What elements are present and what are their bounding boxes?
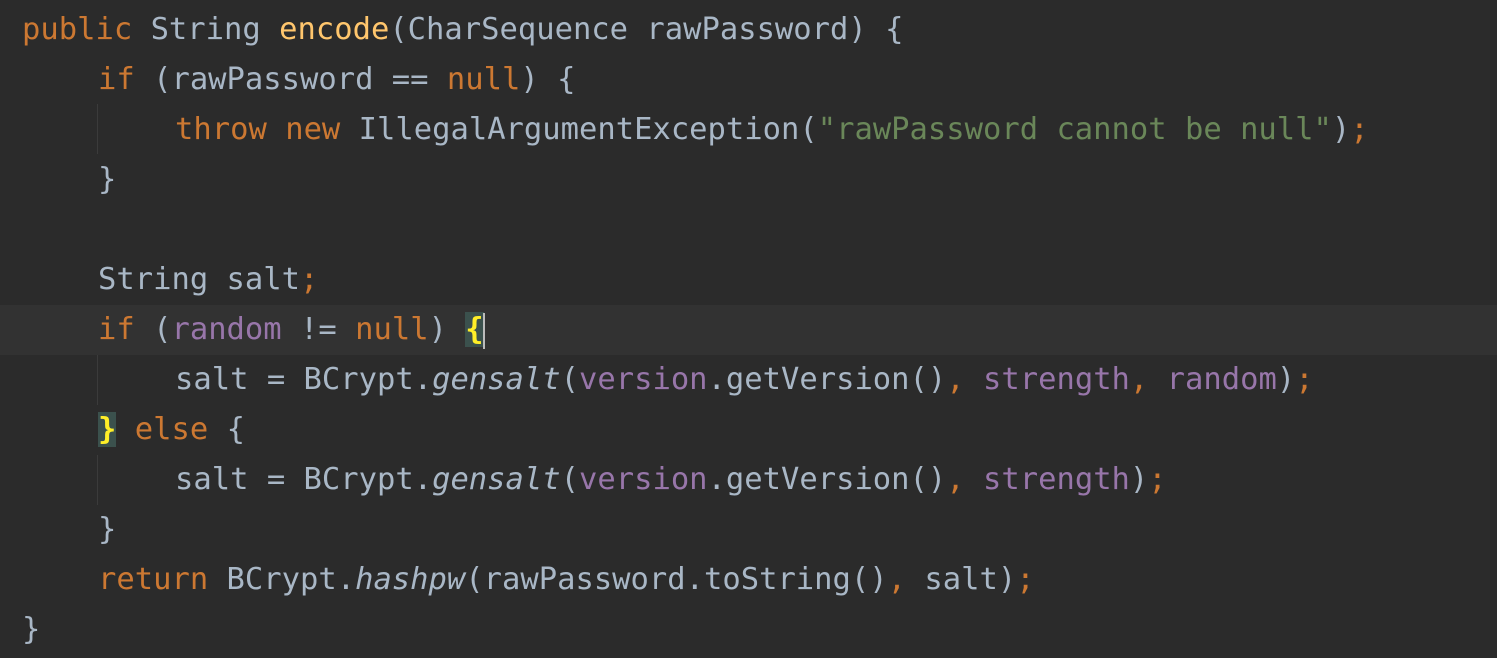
code-token: new bbox=[285, 112, 341, 147]
code-line[interactable]: } bbox=[0, 155, 1497, 205]
code-token: != bbox=[281, 312, 356, 347]
text-caret bbox=[482, 312, 485, 349]
code-token: String salt bbox=[98, 262, 300, 297]
code-token: gensalt bbox=[432, 462, 561, 497]
code-line[interactable]: if (rawPassword == null) { bbox=[0, 55, 1497, 105]
code-token: BCrypt. bbox=[208, 562, 356, 597]
code-token: String bbox=[150, 12, 261, 47]
code-token: strength bbox=[983, 362, 1130, 397]
code-token: } bbox=[22, 612, 41, 647]
code-token: if bbox=[98, 312, 135, 347]
code-line[interactable] bbox=[0, 205, 1497, 255]
code-token: ; bbox=[300, 262, 319, 297]
code-line[interactable]: return BCrypt.hashpw(rawPassword.toStrin… bbox=[0, 555, 1497, 605]
code-token: (rawPassword.toString() bbox=[465, 562, 888, 597]
code-token: public bbox=[22, 12, 133, 47]
code-line[interactable]: public String encode(CharSequence rawPas… bbox=[0, 5, 1497, 55]
code-line[interactable]: } bbox=[0, 605, 1497, 655]
code-token: .getVersion() bbox=[707, 362, 947, 397]
code-token: , bbox=[887, 562, 906, 597]
code-token: } bbox=[98, 162, 117, 197]
code-token: ( bbox=[560, 362, 579, 397]
code-token: , bbox=[946, 462, 965, 497]
code-token: random bbox=[1166, 362, 1277, 397]
code-token: else bbox=[134, 412, 209, 447]
code-token: ; bbox=[1295, 362, 1314, 397]
code-token: ( bbox=[134, 312, 172, 347]
code-token: ) bbox=[1331, 112, 1351, 147]
code-token: if bbox=[98, 62, 135, 97]
code-token: ; bbox=[1350, 112, 1369, 147]
code-token: (rawPassword == bbox=[134, 62, 447, 97]
code-token: gensalt bbox=[432, 362, 561, 397]
string-literal: "rawPassword cannot be null" bbox=[817, 112, 1332, 147]
code-line[interactable]: throw new IllegalArgumentException("rawP… bbox=[0, 105, 1497, 155]
code-token: return bbox=[98, 562, 209, 597]
code-token: , bbox=[1129, 362, 1149, 397]
code-token: random bbox=[171, 312, 282, 347]
code-line[interactable]: String salt; bbox=[0, 255, 1497, 305]
code-line[interactable]: salt = BCrypt.gensalt(version.getVersion… bbox=[0, 455, 1497, 505]
code-token: ) bbox=[1129, 462, 1149, 497]
code-editor[interactable]: public String encode(CharSequence rawPas… bbox=[0, 0, 1497, 658]
code-token: ) { bbox=[520, 62, 576, 97]
code-token: { bbox=[208, 412, 245, 447]
code-token: IllegalArgumentException( bbox=[340, 112, 818, 147]
code-token: salt = BCrypt. bbox=[175, 462, 433, 497]
code-token: null bbox=[446, 62, 521, 97]
code-token: ; bbox=[1148, 462, 1167, 497]
code-line[interactable]: } bbox=[0, 505, 1497, 555]
code-token: throw bbox=[175, 112, 267, 147]
code-token: salt) bbox=[906, 562, 1017, 597]
code-line[interactable]: } else { bbox=[0, 405, 1497, 455]
code-token: strength bbox=[983, 462, 1130, 497]
code-line-current[interactable]: if (random != null) { bbox=[0, 305, 1497, 355]
code-token: ; bbox=[1016, 562, 1035, 597]
code-line[interactable]: salt = BCrypt.gensalt(version.getVersion… bbox=[0, 355, 1497, 405]
matched-brace: { bbox=[465, 312, 484, 347]
code-token: hashpw bbox=[355, 562, 466, 597]
code-token: .getVersion() bbox=[707, 462, 947, 497]
code-token: encode bbox=[279, 12, 390, 47]
code-token: salt = BCrypt. bbox=[175, 362, 433, 397]
code-token: } bbox=[98, 512, 117, 547]
code-token: ) bbox=[1276, 362, 1296, 397]
code-token: version bbox=[579, 362, 708, 397]
matched-brace: } bbox=[98, 412, 117, 447]
code-token: version bbox=[579, 462, 708, 497]
code-token: null bbox=[355, 312, 429, 347]
code-token: , bbox=[946, 362, 965, 397]
code-token: ( bbox=[560, 462, 579, 497]
code-token: ) bbox=[428, 312, 466, 347]
code-token: (CharSequence rawPassword) { bbox=[389, 12, 904, 47]
